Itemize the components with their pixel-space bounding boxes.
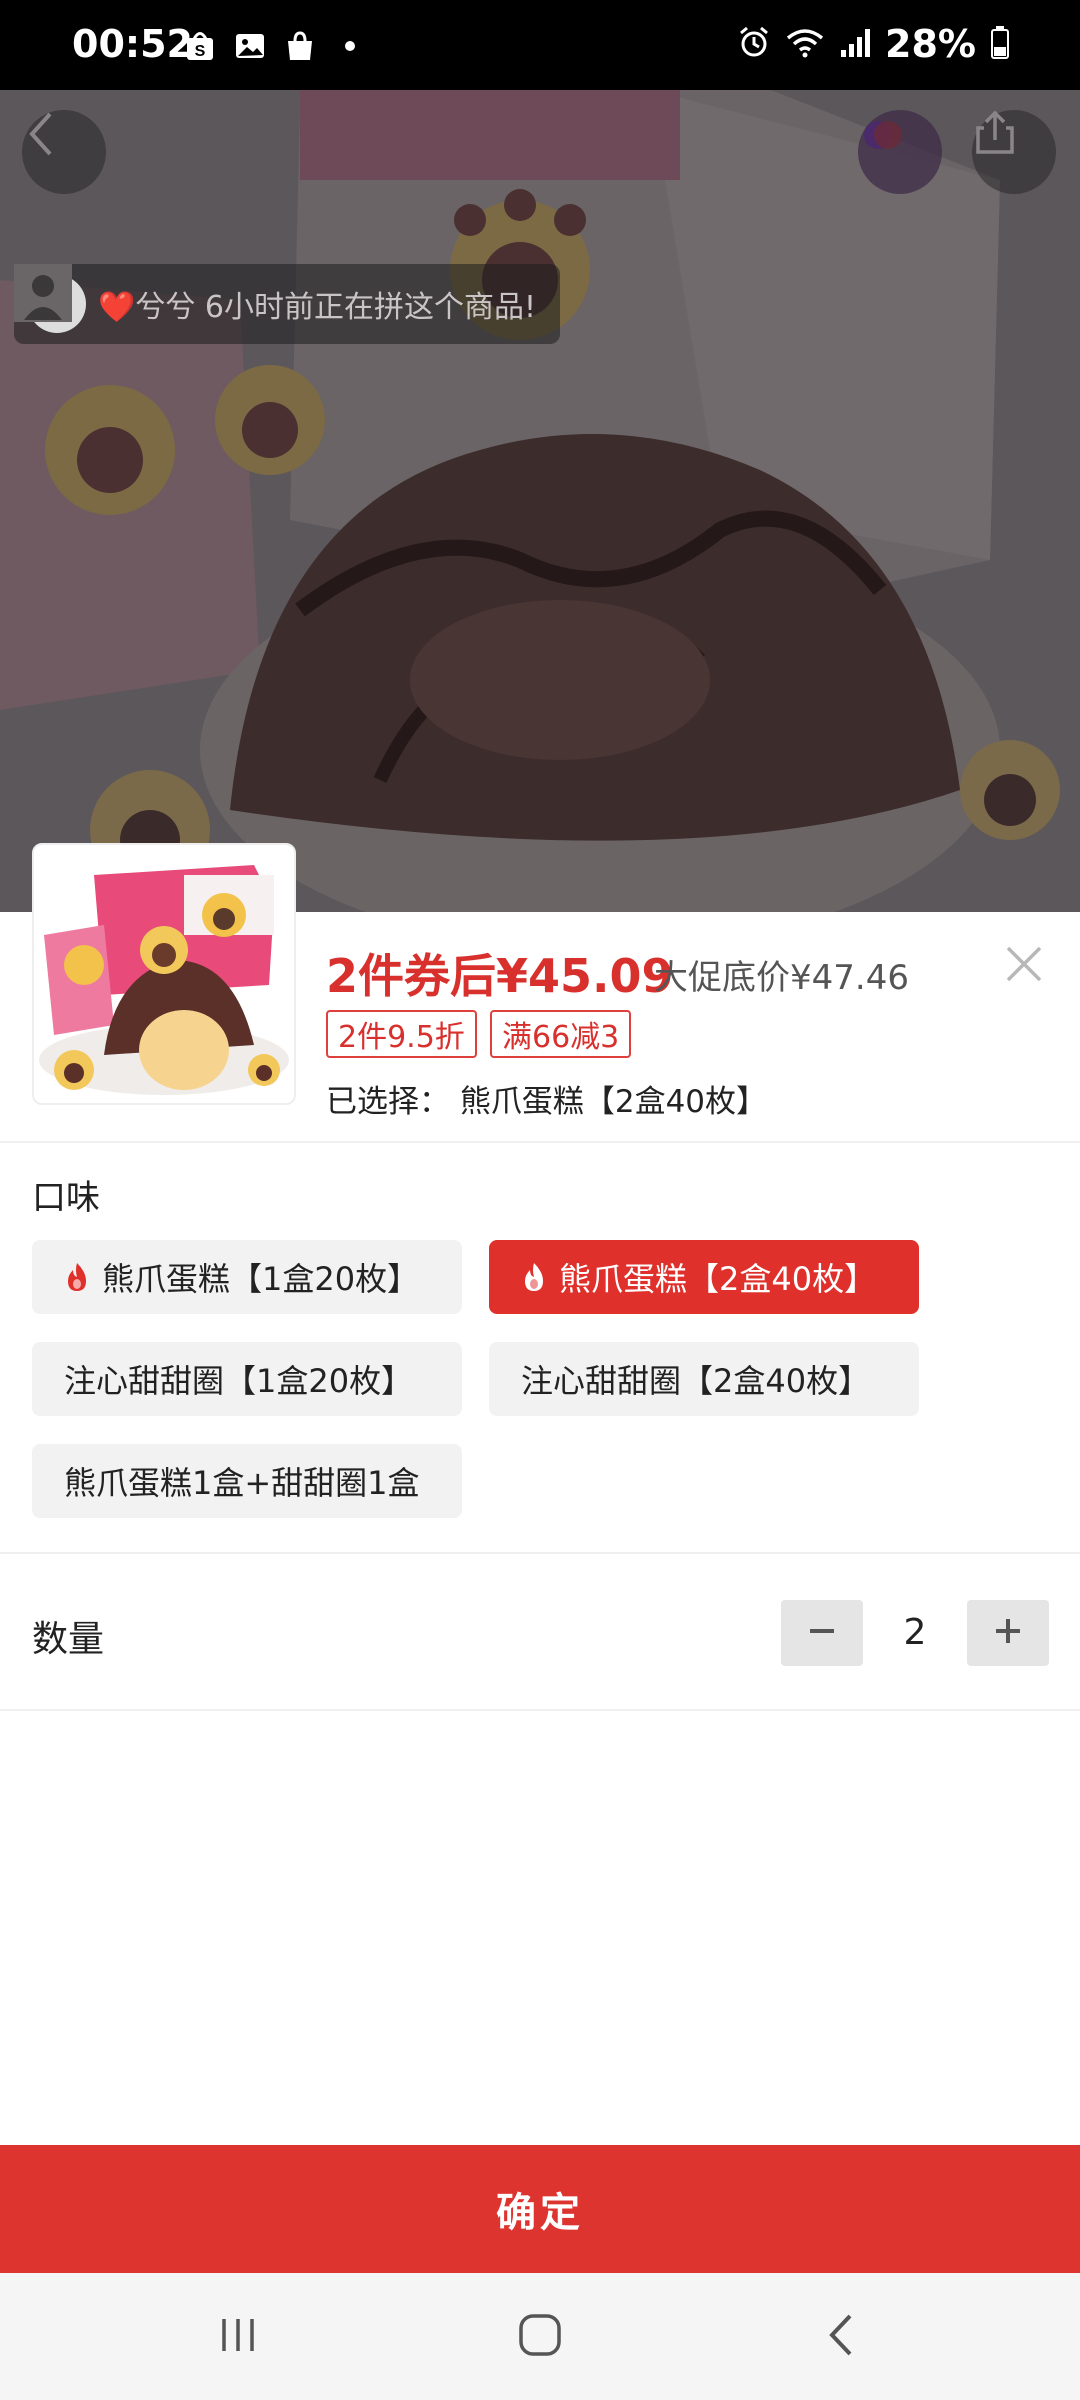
- battery-icon: [990, 25, 1010, 63]
- close-button[interactable]: [996, 936, 1052, 992]
- promo-base-price: 大促底价¥47.46: [654, 958, 909, 998]
- flavor-title: 口味: [32, 1178, 100, 1218]
- option-bear-paw-2box[interactable]: 熊爪蛋糕【2盒40枚】: [489, 1240, 919, 1314]
- status-time: 00:52: [72, 22, 193, 66]
- quantity-increase-button[interactable]: [967, 1600, 1049, 1666]
- wifi-icon: [785, 26, 825, 62]
- option-bear-paw-1box[interactable]: 熊爪蛋糕【1盒20枚】: [32, 1240, 462, 1314]
- option-label: 注心甜甜圈【2盒40枚】: [521, 1362, 871, 1400]
- home-icon: [517, 2312, 563, 2362]
- product-thumbnail: [32, 843, 296, 1105]
- quantity-value[interactable]: 2: [870, 1612, 960, 1653]
- quantity-label: 数量: [32, 1619, 105, 1660]
- recents-icon: [216, 2313, 260, 2361]
- close-icon: [996, 946, 1052, 996]
- selected-summary: 已选择： 熊爪蛋糕【2盒40枚】: [326, 1084, 768, 1120]
- system-nav-bar: [0, 2273, 1080, 2400]
- divider: [0, 1709, 1080, 1711]
- flame-icon: [521, 1262, 547, 1292]
- live-button[interactable]: [858, 110, 942, 194]
- back-icon: [822, 2312, 862, 2362]
- signal-icon: [839, 26, 871, 62]
- back-button[interactable]: [22, 110, 106, 194]
- option-label: 熊爪蛋糕【2盒40枚】: [559, 1260, 877, 1298]
- shopping-bag-icon: [284, 30, 316, 62]
- recent-apps-button[interactable]: [208, 2307, 268, 2367]
- home-button[interactable]: [510, 2307, 570, 2367]
- option-combo[interactable]: 熊爪蛋糕1盒+甜甜圈1盒: [32, 1444, 462, 1518]
- status-right: 28%: [737, 22, 1010, 66]
- quantity-decrease-button[interactable]: [781, 1600, 863, 1666]
- avatar: [14, 264, 86, 333]
- nav-back-button[interactable]: [812, 2307, 872, 2367]
- product-hero-image: ❤️兮兮 6小时前正在拼这个商品!: [0, 90, 1080, 912]
- plus-icon: [993, 1616, 1023, 1650]
- discount-tag: 满66减3: [490, 1010, 632, 1058]
- share-button[interactable]: [972, 110, 1056, 194]
- minus-icon: [807, 1616, 837, 1650]
- group-tip-text: ❤️兮兮 6小时前正在拼这个商品!: [98, 290, 537, 325]
- notification-icons: S: [184, 30, 366, 62]
- group-buy-tip: ❤️兮兮 6小时前正在拼这个商品!: [14, 264, 560, 344]
- option-donut-2box[interactable]: 注心甜甜圈【2盒40枚】: [489, 1342, 919, 1416]
- option-donut-1box[interactable]: 注心甜甜圈【1盒20枚】: [32, 1342, 462, 1416]
- flame-icon: [64, 1262, 90, 1292]
- battery-text: 28%: [885, 22, 976, 66]
- shopee-icon: S: [184, 30, 216, 62]
- confirm-button[interactable]: 确定: [0, 2145, 1080, 2273]
- option-label: 熊爪蛋糕【1盒20枚】: [102, 1260, 420, 1298]
- alarm-icon: [737, 25, 771, 63]
- option-label: 熊爪蛋糕1盒+甜甜圈1盒: [64, 1464, 420, 1502]
- svg-text:S: S: [195, 43, 206, 60]
- divider: [0, 1141, 1080, 1143]
- gallery-icon: [234, 30, 266, 62]
- discount-tag: 2件9.5折: [326, 1010, 477, 1058]
- coupon-price: 2件券后¥45.09: [326, 949, 674, 1003]
- option-label: 注心甜甜圈【1盒20枚】: [64, 1362, 414, 1400]
- divider: [0, 1552, 1080, 1554]
- product-photo: [0, 90, 1080, 912]
- dot-icon: [334, 30, 366, 62]
- status-bar: 00:52 S 28%: [0, 0, 1080, 90]
